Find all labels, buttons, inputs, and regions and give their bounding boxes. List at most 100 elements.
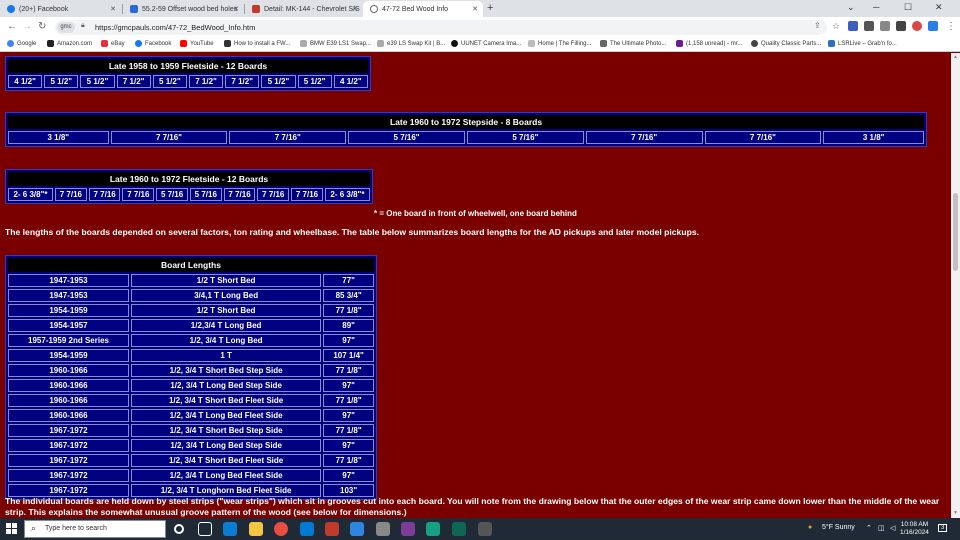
year-cell: 1954-1959 [8,349,129,362]
mail-icon[interactable] [300,522,314,536]
board-width-cell: 5 1/2" [80,75,115,88]
volume-icon[interactable]: ◁ [890,524,895,532]
extension-icon[interactable] [864,21,874,31]
page-scrollbar[interactable]: ▲ ▼ [951,53,960,518]
bookmark-youtube[interactable]: YouTube [180,40,214,47]
reload-icon[interactable]: ↻ [38,21,46,32]
table-title: Late 1960 to 1972 Fleetside - 12 Boards [8,172,370,186]
new-tab-button[interactable]: + [487,2,493,14]
bookmark-classic-parts[interactable]: Quality Classic Parts... [751,40,821,47]
weather-text[interactable]: 5°F Sunny [822,524,855,531]
search-icon: ⌕ [31,523,37,533]
tab-offset-wood[interactable]: 55.2-59 Offset wood bed holes ✕ [123,1,244,17]
tab-detail-mk144[interactable]: Detail: MK-144 - Chevrolet S/S ✕ [245,1,363,17]
weather-icon[interactable]: ● [808,524,812,531]
bookmark-amazon[interactable]: Amazon.com [47,40,92,47]
year-cell: 1967-1972 [8,439,129,452]
task-view-icon[interactable] [198,522,212,536]
app-icon[interactable] [426,522,440,536]
bed-type-cell: 1/2,3/4 T Long Bed [131,319,322,332]
tab-search-icon[interactable]: ⌄ [847,2,855,13]
lock-icon[interactable]: 🔒︎ [81,22,85,30]
extension-icon[interactable] [848,21,858,31]
maximize-icon[interactable]: ☐ [904,2,912,13]
network-icon[interactable]: ◫ [878,524,885,532]
board-width-cell: 5 7/16 [156,188,188,201]
taskbar-search-box[interactable]: ⌕ Type here to search [24,520,166,538]
scroll-up-icon[interactable]: ▲ [953,54,958,60]
google-icon [7,40,14,47]
table-stepside: Late 1960 to 1972 Stepside - 8 Boards 3 … [5,112,927,147]
scroll-down-icon[interactable]: ▼ [953,510,958,516]
table-title: Late 1960 to 1972 Stepside - 8 Boards [8,115,924,129]
tab-facebook[interactable]: (20+) Facebook ✕ [0,1,121,17]
site-chip[interactable]: gmc [57,22,75,33]
year-cell: 1967-1972 [8,469,129,482]
app-icon[interactable] [478,522,492,536]
bookmark-star-icon[interactable]: ☆ [832,21,840,32]
bookmark-fw-install[interactable]: How to install a FW... [224,40,290,47]
profile-avatar[interactable] [912,21,922,31]
length-cell: 77 1/8" [323,424,374,437]
share-icon[interactable]: ⇪ [814,21,821,30]
app-icon[interactable] [401,522,415,536]
menu-icon[interactable]: ⋮ [946,21,956,32]
table-row: 1967-1972 1/2, 3/4 T Short Bed Fleet Side… [8,454,374,467]
forward-icon[interactable]: → [22,21,32,32]
globe-icon [370,5,378,13]
bookmark-filling[interactable]: Home | The Filling... [528,40,591,47]
board-width-cell: 5 7/16" [348,131,465,144]
table-row: 1947-1953 3/4,1 T Long Bed 85 3/4" [8,289,374,302]
browser-toolbar: ← → ↻ gmc 🔒︎ https://gmcpauls.com/47-72_… [0,17,960,38]
app-icon[interactable] [376,522,390,536]
bed-type-cell: 1/2, 3/4 T Short Bed Step Side [131,364,322,377]
bookmark-lsrlive[interactable]: LSRLive – Grab'n fo... [828,40,897,47]
app-icon[interactable] [452,522,466,536]
bookmark-photo[interactable]: The Ultimate Photo... [600,40,666,47]
site-icon [600,40,607,47]
cortana-icon[interactable] [174,524,184,534]
bookmark-e39-kit[interactable]: e39 LS Swap Kit | B... [377,40,445,47]
board-width-cell: 3 1/8" [8,131,109,144]
edge-icon[interactable] [223,522,237,536]
bed-type-cell: 1/2 T Short Bed [131,304,322,317]
tab-bedwood-info[interactable]: 47-72 Bed Wood Info ✕ [363,1,483,17]
address-bar[interactable]: gmc 🔒︎ https://gmcpauls.com/47-72_BedWoo… [55,20,827,35]
back-icon[interactable]: ← [7,21,17,32]
bookmark-mail[interactable]: (1,158 unread) - mr... [676,40,742,47]
photos-icon[interactable] [350,522,364,536]
site-icon [130,5,138,13]
length-cell: 77 1/8" [323,304,374,317]
puzzle-icon[interactable] [880,21,890,31]
close-icon[interactable]: ✕ [472,5,478,13]
notification-icon[interactable]: 3 [938,524,948,532]
clock[interactable]: 10:08 AM 1/16/2024 [900,521,929,537]
extension-icon[interactable] [928,21,938,31]
page-content: Late 1958 to 1959 Fleetside - 12 Boards … [0,53,951,518]
close-window-icon[interactable]: ✕ [935,2,943,13]
length-cell: 89" [323,319,374,332]
bookmark-bmw-swap[interactable]: BMW E39 LS1 Swap... [300,40,371,47]
bookmark-facebook[interactable]: Facebook [135,40,171,47]
close-icon[interactable]: ✕ [110,5,116,13]
bookmark-ebay[interactable]: eBay [101,40,125,47]
chrome-icon[interactable] [274,522,288,536]
board-width-cell: 7 7/16 [55,188,87,201]
board-widths-row: 4 1/2" 5 1/2" 5 1/2" 7 1/2" 5 1/2" 7 1/2" 7 1/… [8,75,368,88]
table-row: 1954-1957 1/2,3/4 T Long Bed 89" [8,319,374,332]
tray-chevron-icon[interactable]: ⌃ [866,524,872,532]
minimize-icon[interactable]: ─ [873,2,879,12]
table-title: Board Lengths [8,258,374,272]
file-explorer-icon[interactable] [249,522,263,536]
windows-start-icon[interactable] [6,523,17,534]
board-width-cell: 5 7/16 [189,188,222,201]
scrollbar-thumb[interactable] [953,193,958,271]
bookmark-uunet[interactable]: UUNET Camera Ima... [451,40,521,47]
sidepanel-icon[interactable] [896,21,906,31]
close-icon[interactable]: ✕ [233,5,239,13]
close-icon[interactable]: ✕ [352,5,358,13]
app-icon[interactable] [325,522,339,536]
clock-time: 10:08 AM [900,521,929,528]
url-text[interactable]: https://gmcpauls.com/47-72_BedWood_Info.… [95,23,255,32]
bookmark-google[interactable]: Google [7,40,36,47]
